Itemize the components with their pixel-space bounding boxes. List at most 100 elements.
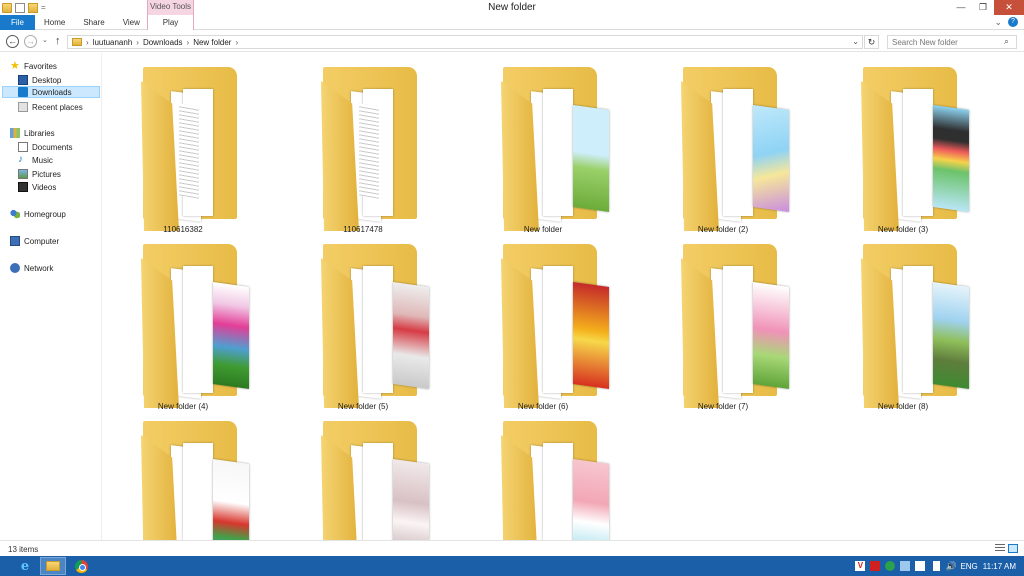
network-icon: [10, 263, 20, 273]
folder-item[interactable]: New folder (6): [477, 236, 609, 412]
address-row: ← → ⌄ ↑ › luutuananh › Downloads › New f…: [0, 31, 1024, 52]
videos-icon: [18, 182, 28, 192]
nav-label: Downloads: [32, 87, 72, 97]
breadcrumb-user[interactable]: luutuananh: [93, 38, 133, 47]
breadcrumb-separator[interactable]: ›: [187, 38, 190, 47]
taskbar-chrome[interactable]: [68, 557, 94, 575]
tray-app-icon[interactable]: V: [855, 561, 866, 571]
nav-network[interactable]: Network: [10, 262, 53, 274]
folder-name: New folder (3): [877, 225, 929, 234]
back-button[interactable]: ←: [6, 35, 19, 48]
breadcrumb-downloads[interactable]: Downloads: [143, 38, 183, 47]
folder-name: New folder (6): [517, 402, 569, 411]
tab-home[interactable]: Home: [35, 15, 74, 30]
search-input[interactable]: [887, 35, 1017, 49]
paper-sheet: [903, 266, 933, 393]
tab-file[interactable]: File: [0, 15, 35, 30]
large-icons-view-icon[interactable]: [1008, 544, 1018, 553]
folder-item[interactable]: [117, 413, 249, 540]
nav-documents[interactable]: Documents: [18, 141, 72, 153]
paper-sheet: [723, 266, 753, 393]
folder-name: New folder (4): [157, 402, 209, 411]
music-icon: ♪: [18, 154, 23, 165]
tray-update-icon[interactable]: [885, 561, 896, 571]
downloads-icon: [18, 87, 28, 97]
folder-item[interactable]: [297, 413, 429, 540]
help-icon[interactable]: ?: [1008, 17, 1018, 27]
internet-explorer-icon: e: [20, 558, 30, 574]
recent-locations-button[interactable]: ⌄: [42, 36, 48, 44]
document-preview: [359, 103, 379, 199]
folder-name: New folder (5): [337, 402, 389, 411]
forward-button[interactable]: →: [24, 35, 37, 48]
nav-music[interactable]: ♪ Music: [18, 154, 53, 166]
document-preview: [179, 103, 199, 199]
network-signal-icon[interactable]: [930, 561, 941, 571]
volume-icon[interactable]: 🔊: [945, 561, 956, 571]
input-language[interactable]: ENG: [960, 562, 977, 571]
expand-ribbon-button[interactable]: ⌄: [994, 17, 1002, 28]
folder-item[interactable]: 110616382: [117, 59, 249, 235]
system-tray: V 🔊 ENG 11:17 AM: [855, 556, 1024, 576]
taskbar-file-explorer[interactable]: [40, 557, 66, 575]
tab-view[interactable]: View: [114, 15, 149, 30]
homegroup-icon: [10, 209, 20, 219]
tray-network-app-icon[interactable]: [900, 561, 911, 571]
paper-sheet: [723, 89, 753, 216]
folder-item[interactable]: [477, 413, 609, 540]
folder-item[interactable]: New folder (4): [117, 236, 249, 412]
nav-pictures[interactable]: Pictures: [18, 168, 61, 180]
paper-sheet: [543, 266, 573, 393]
maximize-button[interactable]: ❐: [972, 0, 994, 15]
nav-label: Recent places: [32, 102, 83, 112]
window-controls: — ❐ ✕: [950, 0, 1024, 15]
breadcrumb-separator[interactable]: ›: [86, 38, 89, 47]
folder-item[interactable]: New folder (8): [837, 236, 969, 412]
tray-antivirus-icon[interactable]: [870, 561, 881, 571]
taskbar-internet-explorer[interactable]: e: [12, 557, 38, 575]
nav-libraries[interactable]: Libraries: [10, 127, 55, 139]
nav-videos[interactable]: Videos: [18, 181, 56, 193]
breadcrumb-current[interactable]: New folder: [193, 38, 231, 47]
folder-name: New folder: [523, 225, 563, 234]
nav-label: Computer: [24, 236, 60, 246]
status-bar: 13 items: [0, 540, 1024, 556]
image-thumbnail: [393, 282, 429, 390]
close-button[interactable]: ✕: [994, 0, 1024, 15]
clock[interactable]: 11:17 AM: [983, 562, 1016, 571]
libraries-icon: [10, 128, 20, 138]
breadcrumb-separator[interactable]: ›: [136, 38, 139, 47]
folder-item[interactable]: New folder: [477, 59, 609, 235]
nav-downloads[interactable]: Downloads: [2, 86, 100, 98]
folder-name: New folder (2): [697, 225, 749, 234]
folder-name: 110617478: [343, 225, 383, 234]
nav-label: Libraries: [24, 128, 55, 138]
folder-item[interactable]: New folder (5): [297, 236, 429, 412]
search-icon[interactable]: ⌕: [1004, 36, 1009, 47]
tab-play[interactable]: Play: [147, 15, 194, 30]
details-view-icon[interactable]: [995, 544, 1005, 553]
title-bar: = Video Tools New folder — ❐ ✕: [0, 0, 1024, 15]
paper-sheet: [183, 266, 213, 393]
nav-desktop[interactable]: Desktop: [18, 74, 61, 86]
folder-item[interactable]: New folder (3): [837, 59, 969, 235]
paper-sheet: [363, 266, 393, 393]
refresh-button[interactable]: ↻: [864, 35, 879, 49]
tab-share[interactable]: Share: [74, 15, 113, 30]
folder-item[interactable]: New folder (7): [657, 236, 789, 412]
nav-homegroup[interactable]: Homegroup: [10, 208, 66, 220]
address-bar[interactable]: › luutuananh › Downloads › New folder › …: [67, 35, 863, 49]
nav-recent-places[interactable]: Recent places: [18, 101, 83, 113]
breadcrumb-separator[interactable]: ›: [235, 38, 238, 47]
folder-item[interactable]: 110617478: [297, 59, 429, 235]
nav-computer[interactable]: Computer: [10, 235, 59, 247]
nav-favorites[interactable]: ★ Favorites: [10, 60, 57, 72]
action-center-flag-icon[interactable]: [915, 561, 926, 571]
documents-icon: [18, 142, 28, 152]
minimize-button[interactable]: —: [950, 0, 972, 15]
folder-item[interactable]: New folder (2): [657, 59, 789, 235]
nav-label: Videos: [32, 182, 57, 192]
up-button[interactable]: ↑: [55, 35, 61, 47]
address-dropdown-button[interactable]: ⌄: [852, 37, 859, 46]
file-explorer-icon: [46, 561, 60, 571]
